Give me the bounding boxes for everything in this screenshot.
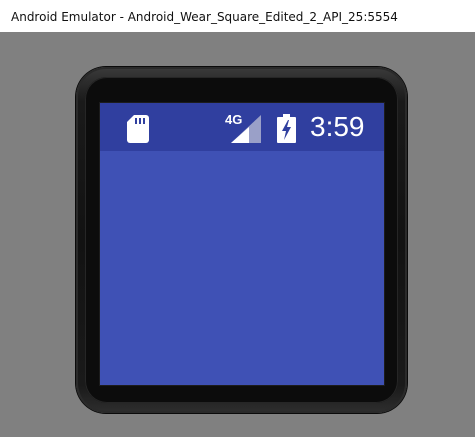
- sd-card-icon: [127, 115, 149, 143]
- status-clock: 3:59: [310, 111, 365, 142]
- window-title: Android Emulator - Android_Wear_Square_E…: [11, 10, 398, 24]
- emulator-window: Android Emulator - Android_Wear_Square_E…: [0, 0, 475, 437]
- battery-charging-icon: [277, 114, 296, 143]
- emulator-canvas: 4G 3:59: [0, 32, 475, 437]
- watch-screen[interactable]: 4G 3:59: [100, 103, 384, 385]
- cell-signal-icon: [231, 115, 261, 143]
- title-bar[interactable]: Android Emulator - Android_Wear_Square_E…: [0, 0, 475, 32]
- status-bar[interactable]: 4G 3:59: [100, 103, 384, 151]
